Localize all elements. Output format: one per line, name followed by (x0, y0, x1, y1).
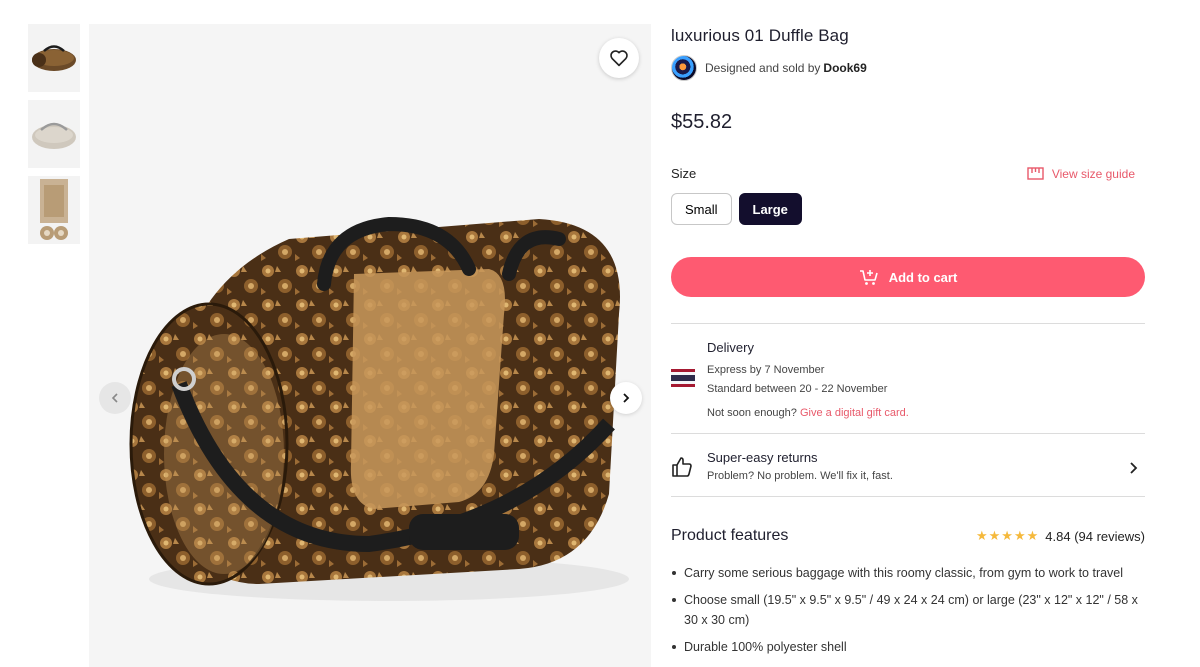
delivery-title: Delivery (707, 340, 754, 355)
star-rating-icon: ★★★★★ (975, 528, 1040, 543)
size-option-small[interactable]: Small (671, 193, 732, 225)
bag-thumbnail-image (32, 45, 76, 71)
thumbnail-bag-front[interactable] (28, 24, 80, 92)
add-to-cart-button[interactable]: Add to cart (671, 257, 1145, 297)
size-header: Size View size guide (671, 166, 1145, 181)
delivery-note-text: Not soon enough? (707, 407, 797, 419)
product-info: luxurious 01 Duffle Bag Designed and sol… (671, 26, 1145, 664)
favorite-button[interactable] (599, 38, 639, 78)
thailand-flag-icon (671, 369, 695, 387)
product-main-image (129, 216, 629, 601)
delivery-note: Not soon enough? Give a digital gift car… (707, 407, 1145, 419)
gift-card-link[interactable]: Give a digital gift card. (800, 407, 909, 419)
seller-avatar[interactable] (671, 55, 697, 81)
list-item: Durable 100% polyester shell (672, 637, 1145, 657)
thumbs-up-icon (672, 457, 692, 477)
size-guide-link[interactable]: View size guide (1027, 167, 1135, 181)
product-image-gallery[interactable] (89, 24, 651, 667)
size-label: Size (671, 166, 697, 181)
features-title: Product features (671, 527, 789, 544)
features-header: Product features ★★★★★ 4.84 (94 reviews) (671, 527, 1145, 545)
chevron-right-icon (1130, 462, 1138, 474)
cart-plus-icon (859, 269, 878, 285)
delivery-section: Delivery Express by 7 November Standard … (671, 324, 1145, 433)
thumbnail-list (28, 24, 80, 252)
product-price: $55.82 (671, 111, 733, 133)
thumbnail-bag-back[interactable] (28, 100, 80, 168)
next-image-button[interactable] (610, 382, 642, 414)
delivery-express: Express by 7 November (707, 364, 825, 376)
returns-title: Super-easy returns (707, 450, 818, 465)
rating-value: 4.84 (1045, 528, 1071, 544)
rating-summary[interactable]: ★★★★★ 4.84 (94 reviews) (976, 528, 1145, 544)
pattern-thumbnail-image (40, 179, 68, 240)
product-title: luxurious 01 Duffle Bag (671, 26, 849, 45)
features-list: Carry some serious baggage with this roo… (671, 563, 1145, 657)
ruler-icon (1027, 167, 1044, 180)
chevron-left-icon (111, 393, 118, 403)
rating-count: (94 reviews) (1074, 528, 1145, 544)
bag-thumbnail-image (32, 122, 76, 149)
size-guide-label: View size guide (1051, 166, 1135, 181)
returns-subtitle: Problem? No problem. We'll fix it, fast. (707, 470, 893, 482)
size-option-large[interactable]: Large (738, 193, 802, 225)
previous-image-button[interactable] (99, 382, 131, 414)
chevron-right-icon (623, 393, 630, 403)
size-options: Small Large (671, 193, 1145, 225)
seller-name-link[interactable]: Dook69 (823, 61, 866, 75)
delivery-standard: Standard between 20 - 22 November (707, 383, 888, 395)
thumbnail-bag-flat[interactable] (28, 176, 80, 244)
list-item: Carry some serious baggage with this roo… (672, 563, 1145, 583)
seller-prefix: Designed and sold by (705, 61, 821, 75)
list-item: Choose small (19.5" x 9.5" x 9.5" / 49 x… (672, 590, 1145, 630)
divider (671, 496, 1145, 497)
returns-section[interactable]: Super-easy returns Problem? No problem. … (671, 434, 1145, 496)
add-to-cart-label: Add to cart (888, 269, 958, 285)
heart-icon (610, 50, 628, 67)
seller-info: Designed and sold by Dook69 (671, 55, 1145, 81)
